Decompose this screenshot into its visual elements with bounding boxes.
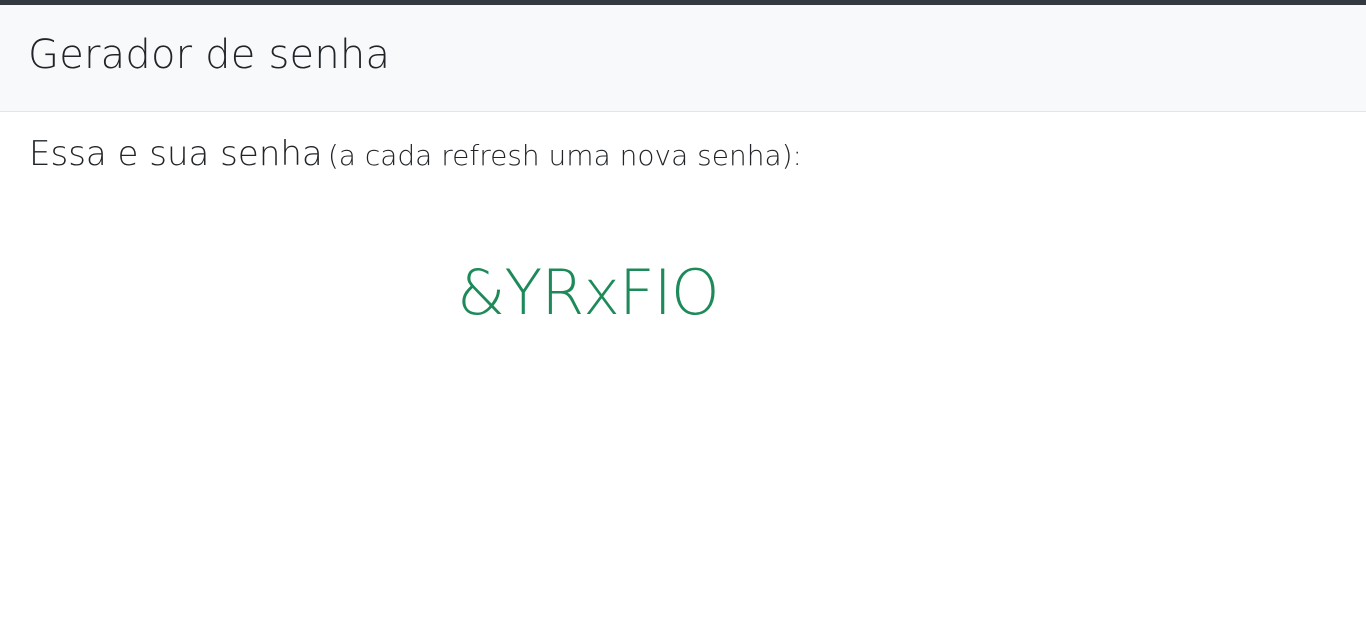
page-title[interactable]: Gerador de senha <box>28 35 390 75</box>
generated-password: &YRxFIO <box>457 256 720 329</box>
intro-main: Essa e sua senha <box>29 134 323 174</box>
navbar: Gerador de senha <box>0 5 1366 112</box>
intro-note: (a cada refresh uma nova senha): <box>327 139 802 172</box>
intro-text: Essa e sua senha (a cada refresh uma nov… <box>29 137 802 171</box>
